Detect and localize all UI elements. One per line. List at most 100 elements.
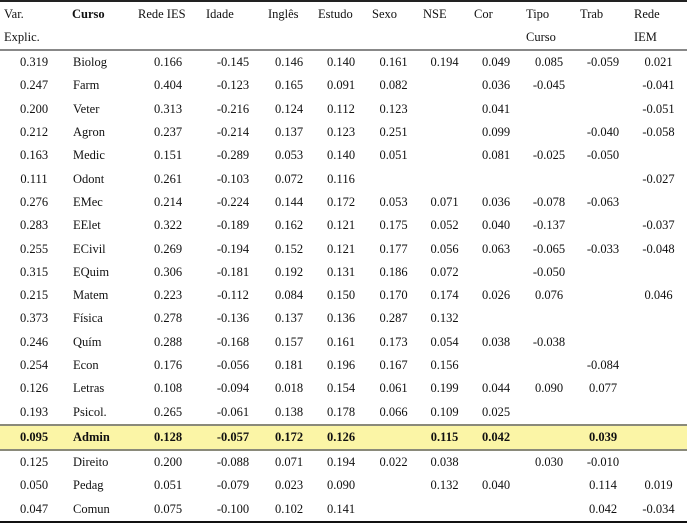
table-row: 0.193 Psicol. 0.265 -0.061 0.138 0.178 0.066 0.… xyxy=(0,400,687,424)
cell-rede-ies: 0.108 xyxy=(153,381,183,396)
cell-var-explic: 0.126 xyxy=(19,381,49,396)
cell-rede-iem: 0.019 xyxy=(644,478,673,493)
cell-trab xyxy=(576,400,630,424)
cell-nse: 0.115 xyxy=(419,424,470,451)
table-row: 0.315 EQuim 0.306 -0.181 0.192 0.131 0.186 0.07… xyxy=(0,261,687,284)
header-line-1: Inglês xyxy=(268,7,299,21)
cell-cor: 0.040 xyxy=(481,218,511,233)
cell-curso: Admin xyxy=(68,424,134,451)
cell-sexo: 0.022 xyxy=(379,455,408,470)
cell-cor: 0.044 xyxy=(481,381,511,396)
cell-sexo: 0.170 xyxy=(379,288,408,303)
cell-sexo: 0.053 xyxy=(379,194,408,209)
cell-sexo: 0.173 xyxy=(379,334,408,349)
cell-idade: -0.224 xyxy=(216,194,250,209)
cell-ingles: 0.137 xyxy=(274,125,304,140)
cell-var-explic: 0.247 xyxy=(19,78,49,93)
cell-rede-ies: 0.237 xyxy=(153,125,183,140)
cell-tipo-curso: 0.085 xyxy=(534,55,564,70)
cell-trab: 0.077 xyxy=(588,381,618,396)
cell-ingles: 0.146 xyxy=(274,55,304,70)
cell-trab xyxy=(576,261,630,284)
header-line-1: Rede IES xyxy=(138,7,186,21)
cell-rede-ies: 0.278 xyxy=(153,311,183,326)
cell-rede-ies: 0.128 xyxy=(134,424,202,451)
cell-trab xyxy=(576,331,630,354)
cell-idade: -0.189 xyxy=(216,218,250,233)
cell-rede-ies: 0.269 xyxy=(153,241,183,256)
column-header-estudo: Estudo xyxy=(314,2,368,50)
cell-nse: 0.174 xyxy=(430,288,459,303)
header-line-1: Idade xyxy=(206,7,234,21)
cell-var-explic: 0.254 xyxy=(19,358,49,372)
cell-rede-iem xyxy=(630,377,687,400)
cell-tipo-curso xyxy=(522,424,576,451)
cell-curso: Econ xyxy=(73,358,99,372)
cell-nse: 0.052 xyxy=(430,218,459,233)
cell-nse: 0.156 xyxy=(430,358,459,372)
cell-idade: -0.145 xyxy=(216,55,250,70)
cell-sexo: 0.175 xyxy=(379,218,408,233)
cell-estudo: 0.112 xyxy=(327,101,355,116)
cell-sexo: 0.186 xyxy=(379,264,408,279)
cell-estudo: 0.154 xyxy=(326,381,356,396)
cell-var-explic: 0.047 xyxy=(19,501,49,516)
cell-rede-ies: 0.075 xyxy=(153,501,183,516)
cell-idade: -0.088 xyxy=(216,455,250,470)
cell-tipo-curso xyxy=(522,474,576,497)
cell-nse xyxy=(419,121,470,144)
header-line-1: Rede xyxy=(634,7,660,21)
cell-rede-iem xyxy=(630,354,687,377)
column-header-nse: NSE xyxy=(419,2,470,50)
cell-rede-ies: 0.322 xyxy=(153,218,183,233)
cell-cor: 0.036 xyxy=(481,194,511,209)
cell-rede-ies: 0.214 xyxy=(153,194,183,209)
table-row: 0.254 Econ 0.176 -0.056 0.181 0.196 0.167 0.156… xyxy=(0,354,687,377)
cell-ingles: 0.072 xyxy=(274,171,304,186)
cell-nse: 0.054 xyxy=(430,334,459,349)
cell-cor: 0.081 xyxy=(481,148,511,163)
cell-ingles: 0.053 xyxy=(274,148,304,163)
cell-curso: Física xyxy=(73,311,103,326)
cell-curso: Comun xyxy=(73,501,110,516)
column-header-ingles: Inglês xyxy=(264,2,314,50)
cell-var-explic: 0.125 xyxy=(19,455,49,470)
cell-sexo xyxy=(368,498,419,522)
table-row: 0.246 Quím 0.288 -0.168 0.157 0.161 0.173 0.054… xyxy=(0,331,687,354)
cell-rede-ies: 0.166 xyxy=(153,55,183,70)
cell-tipo-curso: 0.090 xyxy=(534,381,564,396)
cell-nse: 0.038 xyxy=(430,455,459,470)
cell-curso: Letras xyxy=(73,381,105,396)
cell-curso: Veter xyxy=(73,101,100,116)
cell-estudo: 0.116 xyxy=(327,171,355,186)
table-row: 0.319 Biolog 0.166 -0.145 0.146 0.140 0.161 0.1… xyxy=(0,50,687,74)
cell-sexo: 0.251 xyxy=(379,125,408,140)
table-row: 0.163 Medic 0.151 -0.289 0.053 0.140 0.051 0.08… xyxy=(0,144,687,167)
column-header-sexo: Sexo xyxy=(368,2,419,50)
cell-rede-ies: 0.176 xyxy=(153,358,183,372)
column-header-curso: Curso xyxy=(68,2,134,50)
cell-sexo: 0.161 xyxy=(379,55,408,70)
regression-coefficients-table: Var. Explic. Curso Rede IES Idade Inglês Estud… xyxy=(0,2,687,523)
cell-tipo-curso xyxy=(522,167,576,190)
cell-tipo-curso: -0.065 xyxy=(532,241,566,256)
cell-curso: Psicol. xyxy=(73,404,107,419)
table-row: 0.200 Veter 0.313 -0.216 0.124 0.112 0.123 0.04… xyxy=(0,98,687,121)
cell-rede-ies: 0.313 xyxy=(153,101,183,116)
cell-cor: 0.026 xyxy=(481,288,511,303)
cell-idade: -0.194 xyxy=(216,241,250,256)
cell-nse xyxy=(419,498,470,522)
header-line-1: NSE xyxy=(423,7,447,21)
cell-rede-iem: 0.046 xyxy=(644,288,673,303)
cell-cor: 0.038 xyxy=(481,334,511,349)
cell-idade: -0.057 xyxy=(202,424,264,451)
cell-rede-ies: 0.261 xyxy=(153,171,183,186)
cell-idade: -0.061 xyxy=(216,404,250,419)
cell-curso: Matem xyxy=(73,288,109,303)
cell-curso: Odont xyxy=(73,171,105,186)
cell-cor xyxy=(470,307,522,330)
cell-estudo: 0.194 xyxy=(326,455,356,470)
table-row: 0.373 Física 0.278 -0.136 0.137 0.136 0.287 0.1… xyxy=(0,307,687,330)
cell-estudo: 0.140 xyxy=(326,55,356,70)
cell-cor: 0.049 xyxy=(481,55,511,70)
